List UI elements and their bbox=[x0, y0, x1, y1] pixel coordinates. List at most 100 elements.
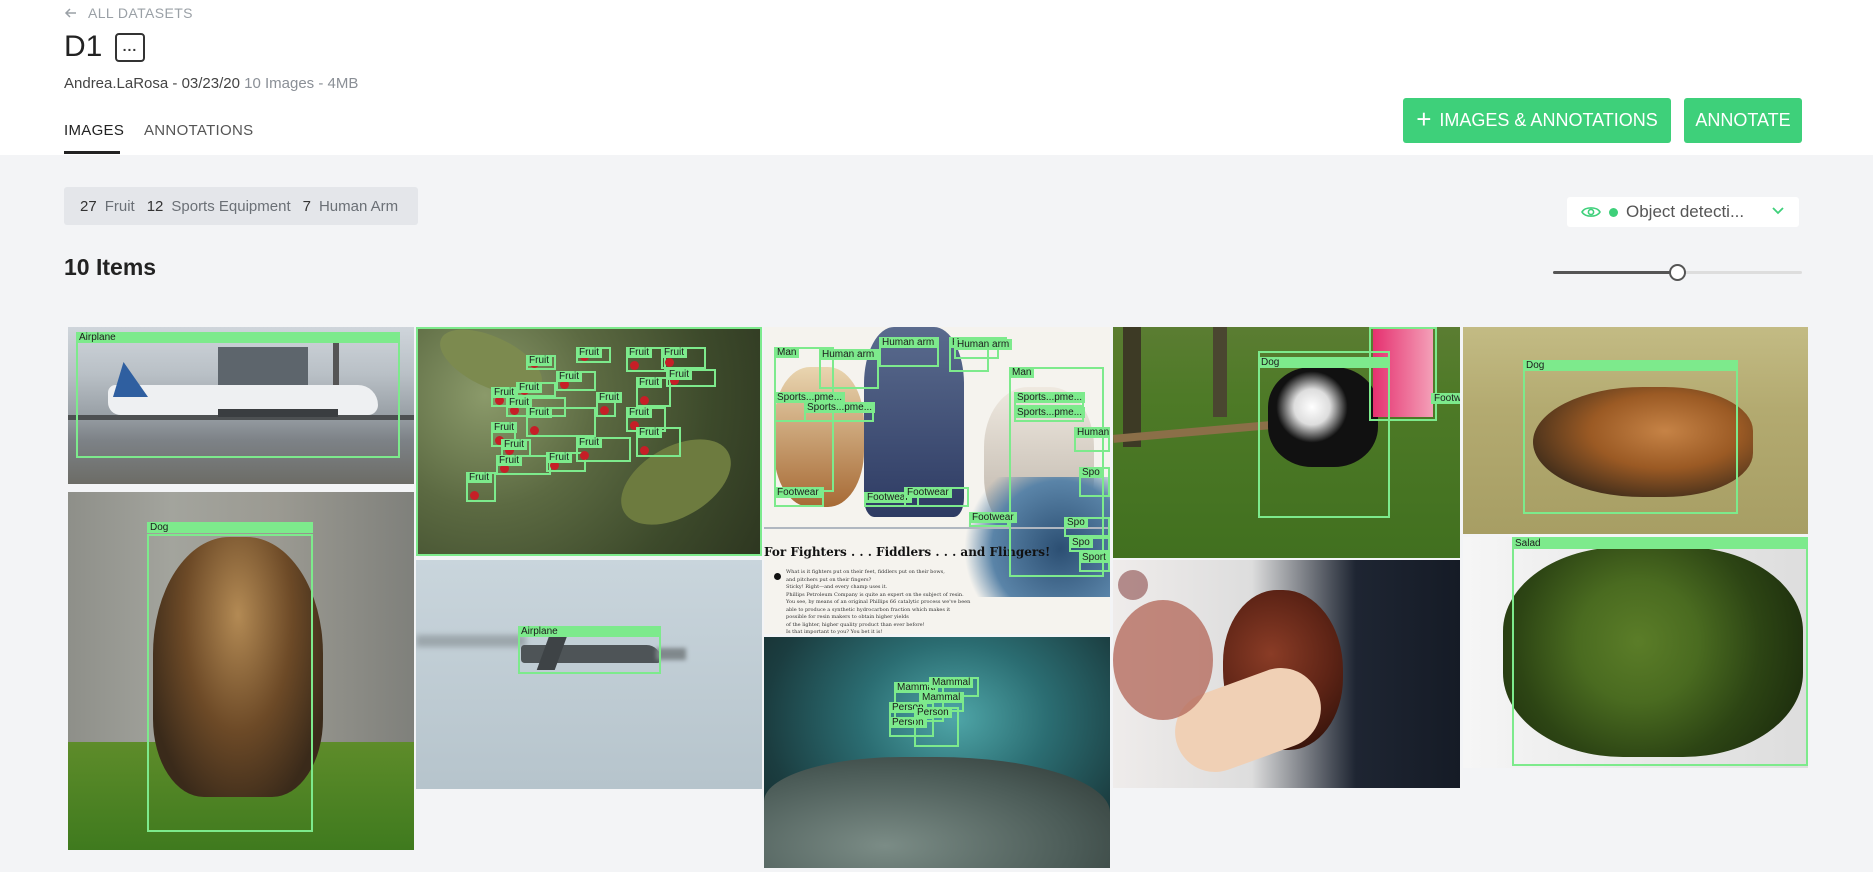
page-header: ALL DATASETS D1 ... Andrea.LaRosa - 03/2… bbox=[0, 0, 1873, 155]
annotation-label: Salad bbox=[1512, 538, 1808, 549]
annotation-label: Fruit bbox=[636, 427, 662, 438]
dataset-menu-button[interactable]: ... bbox=[115, 33, 145, 62]
annotation-label: Fruit bbox=[501, 439, 527, 450]
annotation-label: Fruit bbox=[496, 455, 522, 466]
annotation-label: Fruit bbox=[666, 369, 692, 380]
add-images-annotations-button[interactable]: + IMAGES & ANNOTATIONS bbox=[1403, 98, 1671, 143]
ad-body-line: Is that important to you? You bet it is! bbox=[786, 629, 883, 634]
dataset-stats: 10 Images - 4MB bbox=[244, 75, 359, 92]
back-to-datasets-link[interactable]: ALL DATASETS bbox=[64, 4, 193, 22]
label-name: Fruit bbox=[104, 197, 135, 215]
active-tab-indicator bbox=[64, 151, 120, 154]
plus-icon: + bbox=[1416, 103, 1432, 134]
label-name: Human Arm bbox=[318, 197, 399, 215]
annotation-label: Human arm bbox=[954, 339, 1013, 350]
berry bbox=[600, 406, 609, 415]
arrow-left-icon bbox=[64, 8, 76, 18]
berry bbox=[640, 446, 649, 455]
image-thumbnail[interactable]: Airplane bbox=[416, 560, 762, 789]
annotation-label: Sport bbox=[1079, 552, 1109, 563]
dataset-meta: Andrea.LaRosa - 03/23/20 10 Images - 4MB bbox=[64, 75, 358, 92]
bullet bbox=[774, 573, 781, 580]
ad-headline: For Fighters . . . Fiddlers . . . and Fl… bbox=[764, 545, 1051, 559]
ad-body-line: and pitchers put on their fingers? bbox=[786, 576, 872, 583]
label-count: 7 bbox=[302, 197, 311, 215]
annotation-label: Fruit bbox=[576, 347, 602, 358]
annotate-button[interactable]: ANNOTATE bbox=[1684, 98, 1802, 143]
dataset-title: D1 bbox=[64, 30, 103, 63]
image-thumbnail[interactable]: Dog bbox=[68, 492, 414, 850]
chevron-down-icon bbox=[1772, 207, 1784, 215]
annotation-label: Fruit bbox=[596, 392, 622, 403]
annotation-label: Airplane bbox=[76, 332, 400, 343]
annotation-label: Spo bbox=[1064, 517, 1088, 528]
annotation-box bbox=[1369, 327, 1437, 421]
image-thumbnail[interactable] bbox=[1113, 560, 1460, 788]
annotation-box bbox=[76, 334, 400, 458]
thumbnail-size-slider[interactable] bbox=[1553, 263, 1802, 283]
ad-body-line: possible for resin makers to obtain high… bbox=[786, 614, 909, 620]
annotation-label: Fruit bbox=[636, 377, 662, 388]
annotation-label: Sports...pme... bbox=[804, 402, 876, 413]
view-mode-value: Object detecti... bbox=[1626, 202, 1745, 221]
annotation-label: Fruit bbox=[576, 437, 602, 448]
status-dot bbox=[1609, 207, 1618, 217]
annotation-label: Fruit bbox=[526, 355, 552, 366]
slider-handle[interactable] bbox=[1669, 264, 1686, 281]
image-thumbnail[interactable]: Salad bbox=[1463, 537, 1808, 768]
berry bbox=[530, 426, 539, 435]
annotation-label: Man bbox=[1009, 367, 1035, 378]
annotation-box bbox=[1523, 360, 1738, 514]
owner-date: Andrea.LaRosa - 03/23/20 bbox=[64, 75, 240, 92]
annotation-label: Fruit bbox=[526, 407, 552, 418]
annotation-label: Footw bbox=[1431, 393, 1460, 404]
annotation-label: Fruit bbox=[546, 452, 572, 463]
berry bbox=[640, 396, 649, 405]
image-thumbnail[interactable]: Airplane bbox=[68, 327, 414, 484]
annotation-label: Fruit bbox=[556, 371, 582, 382]
eye-icon bbox=[1581, 207, 1601, 217]
image-thumbnail[interactable]: For Fighters . . . Fiddlers . . . and Fl… bbox=[764, 327, 1110, 634]
berry bbox=[665, 358, 674, 367]
annotation-label: Spo bbox=[1079, 467, 1103, 478]
add-button-label: IMAGES & ANNOTATIONS bbox=[1439, 110, 1658, 130]
annotation-label: Sports...pme... bbox=[1014, 407, 1086, 418]
annotation-label: Man bbox=[774, 347, 800, 358]
ad-body-line: Sticky! Right—and every champ uses it. bbox=[786, 584, 888, 590]
ad-body-line: You see, by means of an original Phillip… bbox=[786, 599, 971, 605]
annotation-box bbox=[1512, 537, 1808, 766]
annotation-label: Dog bbox=[147, 522, 313, 533]
annotation-label: Footwear bbox=[774, 487, 822, 498]
annotation-label: Person bbox=[914, 707, 952, 718]
image-thumbnail[interactable]: Dog bbox=[1463, 327, 1808, 534]
view-mode-select[interactable]: Object detecti... bbox=[1567, 197, 1799, 227]
berry bbox=[470, 491, 479, 500]
annotation-label: Footwear bbox=[969, 512, 1017, 523]
annotation-label: Fruit bbox=[466, 472, 492, 483]
image-thumbnail[interactable]: Mammal Mammal Mammal Person Person Person bbox=[764, 637, 1110, 868]
label-name: Sports Equipment bbox=[171, 197, 291, 215]
tab-images[interactable]: IMAGES bbox=[64, 122, 124, 139]
image-thumbnail[interactable]: Fruit Fruit Fruit Fruit Fruit Fruit Fruit Fruit… bbox=[416, 327, 762, 556]
more-icon: ... bbox=[122, 37, 138, 54]
annotation-label: Fruit bbox=[626, 347, 652, 358]
annotation-label: Fruit bbox=[626, 407, 652, 418]
ad-body-line: able to produce a synthetic hydrocarbon … bbox=[786, 606, 951, 613]
label-count: 12 bbox=[146, 197, 164, 215]
annotation-label: Human arm bbox=[819, 349, 878, 360]
annotate-button-label: ANNOTATE bbox=[1695, 110, 1791, 130]
berry bbox=[630, 361, 639, 370]
items-count: 10 Items bbox=[64, 254, 157, 280]
ad-body-line: Phillips Petroleum Company is quite an e… bbox=[786, 591, 964, 598]
annotation-label: Fruit bbox=[491, 422, 517, 433]
ad-body-line: of the lighter, higher quality product t… bbox=[786, 621, 925, 628]
annotation-label: Fruit bbox=[516, 382, 542, 393]
label-count: 27 bbox=[80, 197, 97, 215]
annotation-label: Human bbox=[1074, 427, 1110, 438]
annotation-box bbox=[147, 534, 313, 832]
image-thumbnail[interactable]: Dog Footw bbox=[1113, 327, 1460, 558]
annotation-label: Sports...pme... bbox=[1014, 392, 1086, 403]
annotation-label: Mammal bbox=[929, 677, 974, 688]
annotation-label: Dog bbox=[1523, 360, 1738, 371]
tab-annotations[interactable]: ANNOTATIONS bbox=[144, 122, 253, 139]
